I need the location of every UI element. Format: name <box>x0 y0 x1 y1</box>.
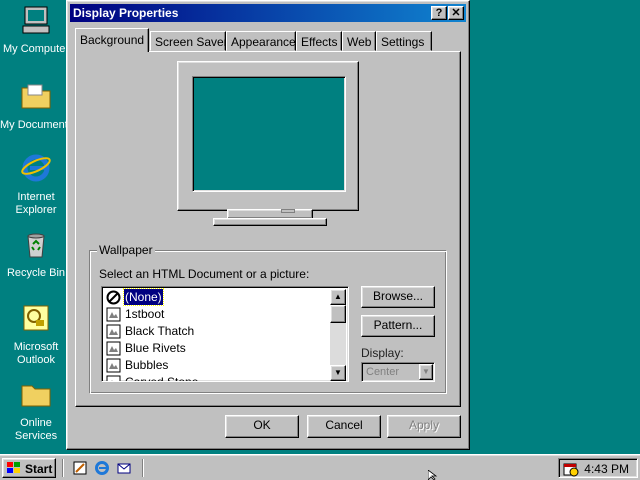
desktop-icon-label: Recycle Bin <box>6 267 66 279</box>
desktop-icon-label: Internet Explorer <box>15 191 57 216</box>
outlook-express-icon[interactable] <box>116 460 132 476</box>
scrollbar-thumb[interactable] <box>330 305 346 323</box>
desktop-icon-my-computer[interactable]: My Computer <box>0 4 72 56</box>
tab-screen-saver[interactable]: Screen Saver <box>150 31 228 51</box>
list-item[interactable]: Carved Stone <box>106 374 326 382</box>
list-item[interactable]: (None) <box>106 288 326 306</box>
display-mode-label: Display: <box>361 346 404 360</box>
tab-settings[interactable]: Settings <box>376 31 432 51</box>
bitmap-file-icon <box>106 307 121 322</box>
list-item-label: (None) <box>123 288 164 306</box>
close-button[interactable]: ✕ <box>448 6 464 20</box>
wallpaper-group-label: Wallpaper <box>97 243 155 257</box>
start-button[interactable]: Start <box>2 458 56 478</box>
desktop-icon-microsoft-outlook[interactable]: Microsoft Outlook <box>0 302 72 367</box>
system-tray: 4:43 PM <box>558 458 638 478</box>
desktop-icon-label: Microsoft Outlook <box>13 341 59 366</box>
bitmap-file-icon <box>106 324 121 339</box>
desktop-icon-label: My Computer <box>2 43 70 55</box>
tab-web[interactable]: Web <box>342 31 376 51</box>
bitmap-file-icon <box>106 375 121 381</box>
list-item[interactable]: Black Thatch <box>106 323 326 340</box>
scroll-up-icon[interactable]: ▲ <box>330 289 346 305</box>
tab-appearance[interactable]: Appearance <box>226 31 296 51</box>
monitor-base <box>213 218 327 226</box>
clock[interactable]: 4:43 PM <box>584 462 629 476</box>
list-item-label: Blue Rivets <box>125 341 186 355</box>
display-mode-select[interactable]: Center ▼ <box>361 362 435 382</box>
internet-explorer-icon[interactable] <box>94 460 110 476</box>
wallpaper-listbox[interactable]: (None) 1stboot Black Thatch Blue Rivets <box>101 286 349 382</box>
scroll-down-icon[interactable]: ▼ <box>330 365 346 381</box>
wallpaper-list-scrollbar[interactable]: ▲ ▼ <box>330 289 346 381</box>
list-item[interactable]: Blue Rivets <box>106 340 326 357</box>
tab-effects[interactable]: Effects <box>296 31 342 51</box>
monitor-power-indicator <box>281 209 295 213</box>
start-label: Start <box>25 462 53 476</box>
desktop-icon-recycle-bin[interactable]: Recycle Bin <box>0 228 72 280</box>
internet-explorer-icon <box>21 154 51 182</box>
desktop-icon-label: Online Services <box>14 417 58 442</box>
list-item-label: Carved Stone <box>125 375 199 382</box>
pattern-button[interactable]: Pattern... <box>361 315 435 337</box>
outlook-icon <box>23 305 49 331</box>
mouse-cursor-icon <box>428 470 438 480</box>
monitor-preview <box>177 61 359 211</box>
desktop-icon-internet-explorer[interactable]: Internet Explorer <box>0 152 72 217</box>
taskbar: Start 4:43 PM <box>0 454 640 480</box>
wallpaper-prompt: Select an HTML Document or a picture: <box>99 267 310 281</box>
desktop-icon-online-services[interactable]: Online Services <box>0 378 72 443</box>
apply-button[interactable]: Apply <box>387 415 461 438</box>
recycle-bin-icon <box>27 233 45 258</box>
wallpaper-preview-screen <box>192 76 346 192</box>
quick-launch-edit-icon[interactable] <box>72 460 88 476</box>
display-mode-value: Center <box>366 366 400 378</box>
bitmap-file-icon <box>106 358 121 373</box>
display-properties-window: Display Properties ? ✕ Background Screen… <box>66 0 470 450</box>
browse-button[interactable]: Browse... <box>361 286 435 308</box>
list-item[interactable]: 1stboot <box>106 306 326 323</box>
ok-button[interactable]: OK <box>225 415 299 438</box>
cancel-button[interactable]: Cancel <box>307 415 381 438</box>
chevron-down-icon[interactable]: ▼ <box>419 364 433 380</box>
title-bar[interactable]: Display Properties ? ✕ <box>70 4 466 22</box>
tab-background[interactable]: Background <box>75 28 149 52</box>
bitmap-file-icon <box>106 341 121 356</box>
desktop-icon-my-documents[interactable]: My Documents <box>0 80 74 132</box>
list-item-label: 1stboot <box>125 307 165 321</box>
scheduler-tray-icon[interactable] <box>563 461 579 477</box>
list-item-label: Black Thatch <box>125 324 195 338</box>
list-item-label: Bubbles <box>125 358 169 372</box>
folder-icon <box>21 84 51 109</box>
taskbar-separator <box>142 459 144 477</box>
taskbar-separator <box>62 459 64 477</box>
desktop-icon-label: My Documents <box>0 119 74 131</box>
none-icon <box>106 290 121 305</box>
folder-icon <box>21 385 51 407</box>
help-button[interactable]: ? <box>431 6 447 20</box>
window-title: Display Properties <box>73 6 179 20</box>
my-computer-icon <box>22 6 50 34</box>
list-item[interactable]: Bubbles <box>106 357 326 374</box>
windows-logo-icon <box>7 462 20 473</box>
